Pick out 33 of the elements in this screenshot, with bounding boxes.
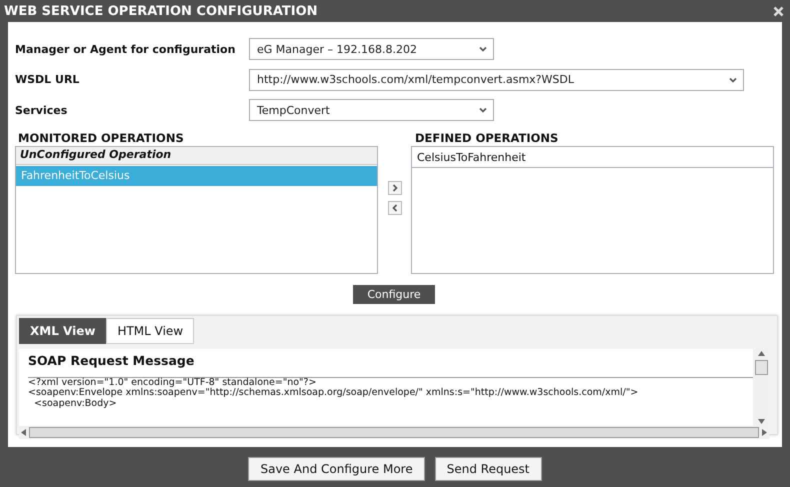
window-title: WEB SERVICE OPERATION CONFIGURATION [4, 4, 318, 18]
chevron-right-icon [390, 184, 398, 192]
field-label: Services [14, 104, 68, 117]
move-right-button[interactable] [388, 180, 402, 194]
chevron-left-icon [390, 204, 398, 212]
scrollbar-thumb[interactable] [754, 360, 768, 374]
configure-button[interactable]: Configure [353, 284, 435, 304]
close-icon[interactable] [773, 6, 784, 16]
list-header: UnConfigured Operation [16, 146, 377, 164]
arrow-down-icon[interactable] [758, 418, 764, 424]
move-left-button[interactable] [388, 200, 402, 214]
footer-button[interactable]: Send Request [434, 457, 542, 481]
footer-button[interactable]: Save And Configure More [248, 457, 425, 481]
tab[interactable]: XML View [19, 318, 106, 344]
dropdown[interactable]: eG Manager – 192.168.8.202 [249, 38, 494, 60]
tab[interactable]: HTML View [106, 318, 194, 344]
message-title: SOAP Request Message [27, 352, 196, 370]
horizontal-scrollbar[interactable] [19, 426, 769, 438]
arrow-up-icon[interactable] [758, 350, 764, 356]
dropdown[interactable]: TempConvert [249, 99, 494, 122]
xml-text: <?xml version="1.0" encoding="UTF-8" standalone="no"?> <soapenv:Envelope xmlns:soapenv="http://schemas.xmlsoap.org/soap/envelope/" xmlns:s="http://www.w3schools.com/xml/"> <soapenv:Body> [28, 376, 753, 412]
field-label: Manager or Agent for configuration [14, 42, 236, 56]
chevron-down-icon [479, 106, 487, 114]
dropdown[interactable]: http://www.w3schools.com/xml/tempconvert.asmx?WSDL [249, 68, 744, 91]
field-label: WSDL URL [14, 73, 80, 86]
arrow-right-icon[interactable] [762, 428, 767, 436]
section-title: MONITORED OPERATIONS [17, 130, 185, 144]
scrollbar-thumb[interactable] [29, 426, 759, 438]
section-title: DEFINED OPERATIONS [414, 130, 560, 144]
chevron-down-icon [479, 45, 487, 54]
list-item[interactable]: CelsiusToFahrenheit [412, 148, 773, 168]
arrow-left-icon[interactable] [21, 428, 26, 436]
chevron-down-icon [729, 76, 737, 84]
